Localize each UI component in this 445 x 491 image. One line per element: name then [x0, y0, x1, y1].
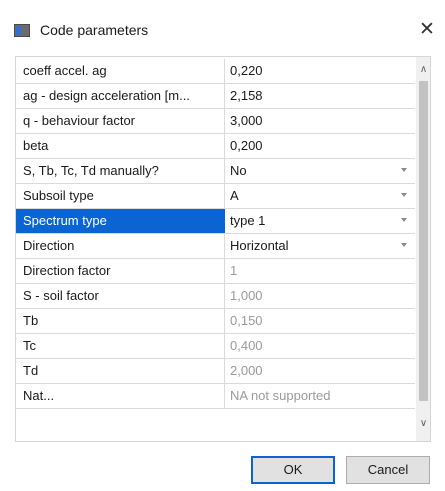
vertical-scrollbar[interactable]: ∧ ∨ [416, 57, 430, 441]
parameter-value-cell: NA not supported [230, 388, 331, 403]
scroll-up-icon[interactable]: ∧ [416, 63, 430, 77]
table-row[interactable]: Subsoil type A [16, 184, 415, 209]
table-row[interactable]: S - soil factor 1,000 [16, 284, 415, 309]
table-row[interactable]: Tc 0,400 [16, 334, 415, 359]
parameter-value-cell[interactable]: 0,220 [226, 59, 415, 83]
parameter-value-cell[interactable]: 2,158 [226, 84, 415, 108]
table-row[interactable]: coeff accel. ag 0,220 [16, 59, 415, 84]
parameter-value-cell[interactable]: 3,000 [226, 109, 415, 133]
dropdown-arrow-icon[interactable] [401, 243, 407, 247]
parameter-value-cell: 1 [230, 263, 238, 278]
code-parameters-dialog: Code parameters ✕ coeff accel. ag 0,220 ag… [0, 0, 445, 491]
cancel-button[interactable]: Cancel [346, 456, 430, 484]
dropdown-arrow-icon[interactable] [401, 168, 407, 172]
table-row[interactable]: beta 0,200 [16, 134, 415, 159]
table-row[interactable]: Tb 0,150 [16, 309, 415, 334]
parameter-name-cell[interactable]: S - soil factor [16, 284, 225, 308]
table-row[interactable]: Td 2,000 [16, 359, 415, 384]
table-row[interactable]: q - behaviour factor 3,000 [16, 109, 415, 134]
parameter-value-cell: 0,150 [230, 313, 263, 328]
dropdown-arrow-icon[interactable] [401, 193, 407, 197]
table-row[interactable]: Spectrum type type 1 [16, 209, 415, 234]
parameter-name-cell[interactable]: Spectrum type [16, 209, 225, 233]
parameter-value-dropdown[interactable]: A [226, 184, 415, 208]
title-bar: Code parameters ✕ [0, 0, 445, 52]
parameter-name-cell[interactable]: Direction [16, 234, 225, 258]
parameter-name-cell[interactable]: Direction factor [16, 259, 225, 283]
parameter-value-dropdown[interactable]: Horizontal [226, 234, 415, 258]
window-title: Code parameters [40, 22, 149, 38]
parameter-grid: coeff accel. ag 0,220 ag - design accelera… [15, 56, 431, 442]
parameter-name-cell[interactable]: coeff accel. ag [16, 59, 225, 83]
parameter-name-cell[interactable]: Tc [16, 334, 225, 358]
parameter-value-dropdown[interactable]: No [226, 159, 415, 183]
parameter-name-cell[interactable]: beta [16, 134, 225, 158]
parameter-value-cell[interactable]: 0,200 [226, 134, 415, 158]
parameter-name-cell[interactable]: q - behaviour factor [16, 109, 225, 133]
table-row[interactable]: Nat... NA not supported [16, 384, 415, 409]
parameter-name-cell[interactable]: Nat... [16, 384, 225, 408]
parameter-name-cell[interactable]: ag - design acceleration [m... [16, 84, 225, 108]
parameter-value-dropdown[interactable]: type 1 [226, 209, 415, 233]
window-app-icon [14, 24, 30, 37]
parameter-value-cell: 0,400 [230, 338, 263, 353]
close-icon[interactable]: ✕ [416, 19, 438, 41]
dropdown-arrow-icon[interactable] [401, 218, 407, 222]
table-row[interactable]: Direction Horizontal [16, 234, 415, 259]
parameter-name-cell[interactable]: S, Tb, Tc, Td manually? [16, 159, 225, 183]
parameter-name-cell[interactable]: Subsoil type [16, 184, 225, 208]
table-row[interactable]: S, Tb, Tc, Td manually? No [16, 159, 415, 184]
table-row[interactable]: Direction factor 1 [16, 259, 415, 284]
parameter-name-cell[interactable]: Tb [16, 309, 225, 333]
parameter-grid-rows: coeff accel. ag 0,220 ag - design accelera… [16, 59, 415, 409]
parameter-value-cell: 2,000 [230, 363, 263, 378]
parameter-name-cell[interactable]: Td [16, 359, 225, 383]
scroll-thumb[interactable] [419, 81, 428, 401]
table-row[interactable]: ag - design acceleration [m... 2,158 [16, 84, 415, 109]
parameter-value-cell: 1,000 [230, 288, 263, 303]
scroll-down-icon[interactable]: ∨ [416, 417, 430, 431]
ok-button[interactable]: OK [251, 456, 335, 484]
